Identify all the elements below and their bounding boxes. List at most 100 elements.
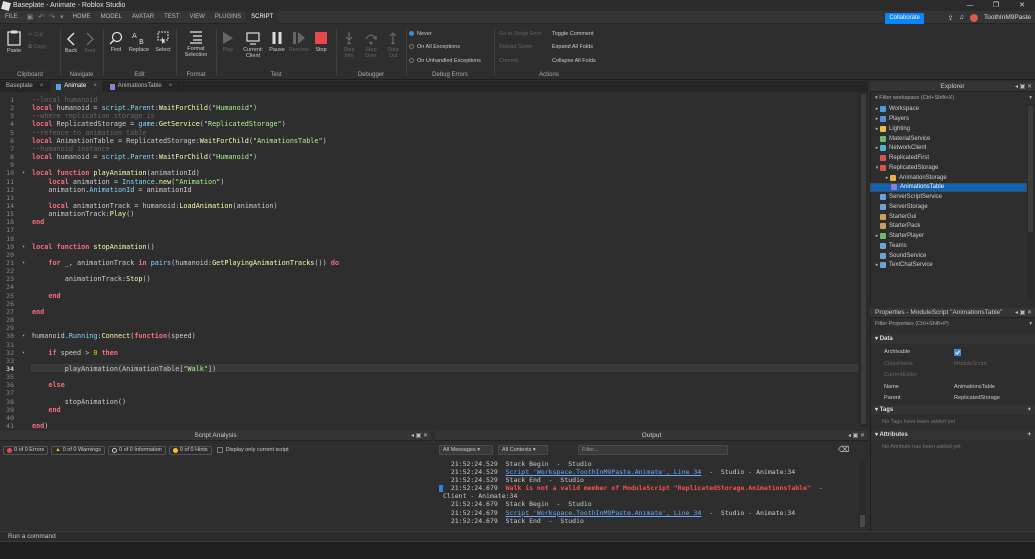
code-editor[interactable]: 1 2 3 4 5 6 7 8 9 10 ▾ 11 12 13 14 15 16 17 18 19 ▾ 20 21 ▾ 22 23…	[0, 92, 868, 430]
save-icon[interactable]: ▣	[27, 13, 34, 21]
close-tab-icon[interactable]: ×	[169, 81, 173, 92]
code-line[interactable]: if speed > 0 then	[32, 349, 118, 357]
menu-tab-plugins[interactable]: PLUGINS	[210, 11, 246, 24]
panel-controls[interactable]: ◂ ▣ ✕	[848, 431, 865, 441]
code-line[interactable]: end	[32, 406, 60, 414]
share-icon[interactable]: ⇪	[948, 14, 953, 22]
fold-toggle-icon[interactable]: ▾	[22, 350, 25, 356]
fold-toggle-icon[interactable]: ▾	[22, 170, 25, 176]
code-line[interactable]: end	[32, 308, 44, 316]
scrollbar-thumb[interactable]	[1028, 106, 1033, 232]
redo-icon[interactable]: ↷	[49, 13, 55, 21]
properties-filter-input[interactable]: Filter Properties (Ctrl+Shift+P) ▾	[870, 319, 1035, 329]
step-over-button[interactable]: Step Over	[361, 31, 381, 59]
explorer-item-materialservice[interactable]: MaterialService	[870, 134, 1027, 144]
output-line[interactable]: 21:52:24.679 Stack End - Studio	[439, 517, 859, 525]
code-line[interactable]: stopAnimation()	[32, 398, 126, 406]
output-line[interactable]: 21:52:24.529 Stack Begin - Studio	[439, 460, 859, 468]
property-value[interactable]: ReplicatedStorage	[954, 393, 1000, 403]
code-lines[interactable]: --local humanoid local humanoid = script.…	[32, 92, 858, 430]
play-button[interactable]: Play	[220, 31, 236, 53]
warnings-filter[interactable]: ▲ 0 of 0 Warnings	[51, 445, 106, 455]
code-line[interactable]: for _, animationTrack in pairs(humanoid:…	[32, 259, 339, 267]
code-line[interactable]: animationTrack:Stop()	[32, 275, 151, 283]
code-line[interactable]: playAnimation(AnimationTable["Walk"])	[32, 365, 216, 373]
code-line[interactable]: local humanoid = script.Parent:WaitForCh…	[32, 153, 257, 161]
code-line[interactable]: local AnimationTable = ReplicatedStorage…	[32, 137, 327, 145]
explorer-item-teams[interactable]: Teams	[870, 241, 1027, 251]
copy-button[interactable]: ⧉ Copy	[28, 44, 46, 51]
fold-toggle-icon[interactable]: ▾	[22, 333, 25, 339]
explorer-item-starterpack[interactable]: StarterPack	[870, 222, 1027, 232]
fold-toggle-icon[interactable]: ▾	[22, 244, 25, 250]
scrollbar-thumb[interactable]	[861, 94, 866, 424]
find-button[interactable]: Find	[107, 31, 125, 53]
menu-tab-home[interactable]: HOME	[68, 11, 96, 24]
cut-button[interactable]: ✂ Cut	[28, 32, 43, 38]
paste-button[interactable]: Paste	[4, 30, 24, 54]
explorer-item-starterplayer[interactable]: ▸ StarterPlayer	[870, 231, 1027, 241]
tab-animate[interactable]: Animate ×	[50, 81, 104, 92]
data-section-header[interactable]: ▾ Data	[871, 334, 1035, 344]
forward-button[interactable]: Fwd	[82, 32, 98, 54]
information-filter[interactable]: 0 of 0 Information	[108, 445, 166, 455]
close-tab-icon[interactable]: ×	[40, 81, 44, 92]
close-tab-icon[interactable]: ×	[93, 81, 97, 92]
maximize-button[interactable]: ❐	[983, 0, 1009, 11]
explorer-item-networkclient[interactable]: ▸ NetworkClient	[870, 144, 1027, 154]
replace-button[interactable]: AB Replace	[128, 31, 150, 53]
explorer-item-animationstable[interactable]: AnimationsTable	[870, 182, 1027, 193]
script-link[interactable]: Script 'Workspace.ToothInM9Paste.Animate…	[506, 509, 702, 517]
notification-icon[interactable]: ♫	[959, 14, 964, 21]
step-out-button[interactable]: Step Out	[383, 31, 403, 59]
back-button[interactable]: Back	[63, 32, 79, 54]
explorer-item-serverscriptservice[interactable]: ServerScriptService	[870, 192, 1027, 202]
editor-scrollbar[interactable]	[859, 92, 868, 427]
panel-controls[interactable]: ◂ ▣ ✕	[1015, 308, 1032, 318]
code-line[interactable]: --refence to animation table	[32, 129, 147, 137]
property-row-name[interactable]: Name AnimationsTable	[871, 382, 1035, 392]
messages-filter-dropdown[interactable]: All Messages ▾	[439, 445, 493, 455]
hints-filter[interactable]: 0 of 0 Hints	[168, 445, 212, 455]
add-attribute-icon[interactable]: +	[1027, 430, 1031, 440]
output-line[interactable]: 21:52:24.529 Stack End - Studio	[439, 476, 859, 484]
attributes-section-header[interactable]: ▾ Attributes +	[871, 430, 1035, 440]
explorer-item-players[interactable]: ▸ Players	[870, 114, 1027, 124]
minimize-button[interactable]: —	[957, 0, 983, 11]
add-tag-icon[interactable]: +	[1027, 405, 1031, 415]
menu-tab-view[interactable]: VIEW	[184, 11, 209, 24]
pause-button[interactable]: Pause	[268, 31, 286, 53]
commit-button[interactable]: Commit	[499, 58, 518, 64]
display-only-current-checkbox[interactable]: Display only current script	[216, 447, 289, 453]
code-line[interactable]: local animation = Instance.new("Animatio…	[32, 178, 224, 186]
code-line[interactable]: --local humanoid	[32, 96, 97, 104]
output-line[interactable]: 21:52:24.679 Walk is not a valid member …	[439, 484, 859, 492]
explorer-item-textchatservice[interactable]: ▸ TextChatService	[870, 261, 1027, 271]
code-line[interactable]: --humanoid instance	[32, 145, 110, 153]
output-line[interactable]: 21:52:24.679 Stack Begin - Studio	[439, 500, 859, 508]
go-to-script-error-button[interactable]: Go to Script Error	[499, 31, 542, 37]
script-link[interactable]: Script 'Workspace.ToothInM9Paste.Animate…	[506, 468, 702, 476]
explorer-item-lighting[interactable]: ▸ Lighting	[870, 124, 1027, 134]
explorer-item-startergui[interactable]: StarterGui	[870, 212, 1027, 222]
on-all-exceptions-radio[interactable]: On All Exceptions	[409, 44, 460, 50]
output-scrollbar[interactable]	[859, 460, 866, 528]
dropdown-arrow-icon[interactable]: ▾	[60, 13, 64, 21]
command-bar[interactable]: Run a command	[0, 531, 1035, 542]
menu-tab-test[interactable]: TEST	[159, 11, 184, 24]
close-button[interactable]: ✕	[1009, 0, 1035, 11]
menu-tab-avatar[interactable]: AVATAR	[127, 11, 159, 24]
code-line[interactable]: end	[32, 218, 44, 226]
username-label[interactable]: ToothInM9Paste	[984, 14, 1031, 21]
code-line[interactable]: end)	[32, 422, 48, 430]
property-row-parent[interactable]: Parent ReplicatedStorage	[871, 393, 1035, 403]
collaborate-button[interactable]: Collaborate	[885, 13, 924, 24]
avatar[interactable]	[970, 13, 979, 22]
explorer-item-replicatedstorage[interactable]: ▾ ReplicatedStorage	[870, 163, 1027, 173]
output-log[interactable]: 21:52:24.529 Stack Begin - Studio 21:52:…	[439, 460, 859, 525]
fold-toggle-icon[interactable]: ▾	[22, 260, 25, 266]
explorer-item-replicatedfirst[interactable]: ReplicatedFirst	[870, 153, 1027, 163]
contexts-filter-dropdown[interactable]: All Contexts ▾	[498, 445, 548, 455]
errors-filter[interactable]: 0 of 0 Errors	[3, 445, 49, 455]
select-button[interactable]: Select	[153, 31, 173, 53]
